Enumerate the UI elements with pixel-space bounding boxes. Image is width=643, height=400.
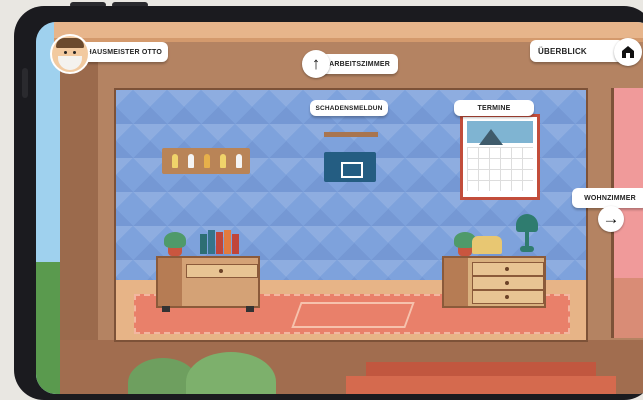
calendar-picture [467, 121, 533, 145]
damage-report-label[interactable]: SCHADENSMELDUN [310, 100, 388, 116]
key-icon [188, 154, 194, 168]
key-icon [236, 154, 242, 168]
appointment-calendar[interactable] [460, 114, 540, 200]
avatar-eye [64, 51, 67, 54]
mailbox[interactable] [324, 152, 376, 182]
dresser-drawer [472, 276, 544, 290]
drawer-knob [505, 267, 509, 271]
mountain-icon [479, 129, 503, 145]
arrow-right-glyph: → [602, 209, 620, 228]
dresser [442, 256, 546, 308]
book [200, 234, 207, 254]
lamp-base [520, 246, 534, 252]
avatar-eye [73, 51, 76, 54]
drawer-knob [219, 269, 223, 273]
living-room-text: WOHNZIMMER [584, 194, 636, 202]
book [216, 232, 223, 254]
book [232, 234, 239, 254]
avatar[interactable] [50, 34, 90, 74]
overview-button[interactable]: ÜBERBLICK [530, 40, 624, 62]
avatar-hair [56, 38, 84, 48]
study-label: ARBEITSZIMMER [329, 60, 390, 68]
home-glyph [622, 46, 634, 58]
appointments-label[interactable]: TERMINE [454, 100, 534, 116]
overview-label: ÜBERBLICK [538, 46, 587, 56]
left-desk [156, 256, 260, 312]
arrow-right-icon[interactable]: → [598, 206, 624, 232]
envelope-icon [341, 162, 363, 178]
home-icon[interactable] [614, 38, 642, 66]
potted-plant [454, 232, 476, 256]
key-rack[interactable] [162, 148, 250, 174]
living-room-label[interactable]: WOHNZIMMER [572, 188, 643, 208]
drawer-knob [505, 281, 509, 285]
character-name: HAUSMEISTER OTTO [86, 48, 162, 56]
book [208, 230, 215, 254]
book [224, 230, 231, 254]
desk-side [158, 258, 182, 306]
front-steps [346, 362, 616, 394]
key-icon [220, 154, 226, 168]
desk-drawer [186, 264, 258, 278]
dresser-side [444, 258, 468, 306]
drawer-knob [505, 295, 509, 299]
tablet-side-button [22, 68, 28, 98]
hallway-room [114, 88, 588, 342]
calendar-grid [467, 147, 533, 191]
dresser-drawer [472, 262, 544, 276]
arrow-up-glyph: ↑ [311, 54, 321, 73]
books [200, 230, 250, 254]
arrow-up-icon[interactable]: ↑ [302, 50, 330, 78]
potted-plant [164, 232, 186, 256]
desk-leg [246, 306, 254, 312]
key-icon [204, 154, 210, 168]
appointments-text: TERMINE [477, 104, 511, 112]
table-lamp [516, 214, 538, 254]
damage-report-text: SCHADENSMELDUN [315, 104, 383, 112]
key-icon [172, 154, 178, 168]
mail-shelf [324, 132, 378, 137]
telephone[interactable] [472, 236, 502, 254]
tablet-frame: HAUSMEISTER OTTO ARBEITSZIMMER ↑ ÜBERBLI… [14, 6, 643, 400]
dresser-drawer [472, 290, 544, 304]
avatar-beard [58, 56, 82, 70]
desk-leg [162, 306, 170, 312]
lamp-shade [516, 214, 538, 232]
game-screen: HAUSMEISTER OTTO ARBEITSZIMMER ↑ ÜBERBLI… [36, 22, 643, 394]
